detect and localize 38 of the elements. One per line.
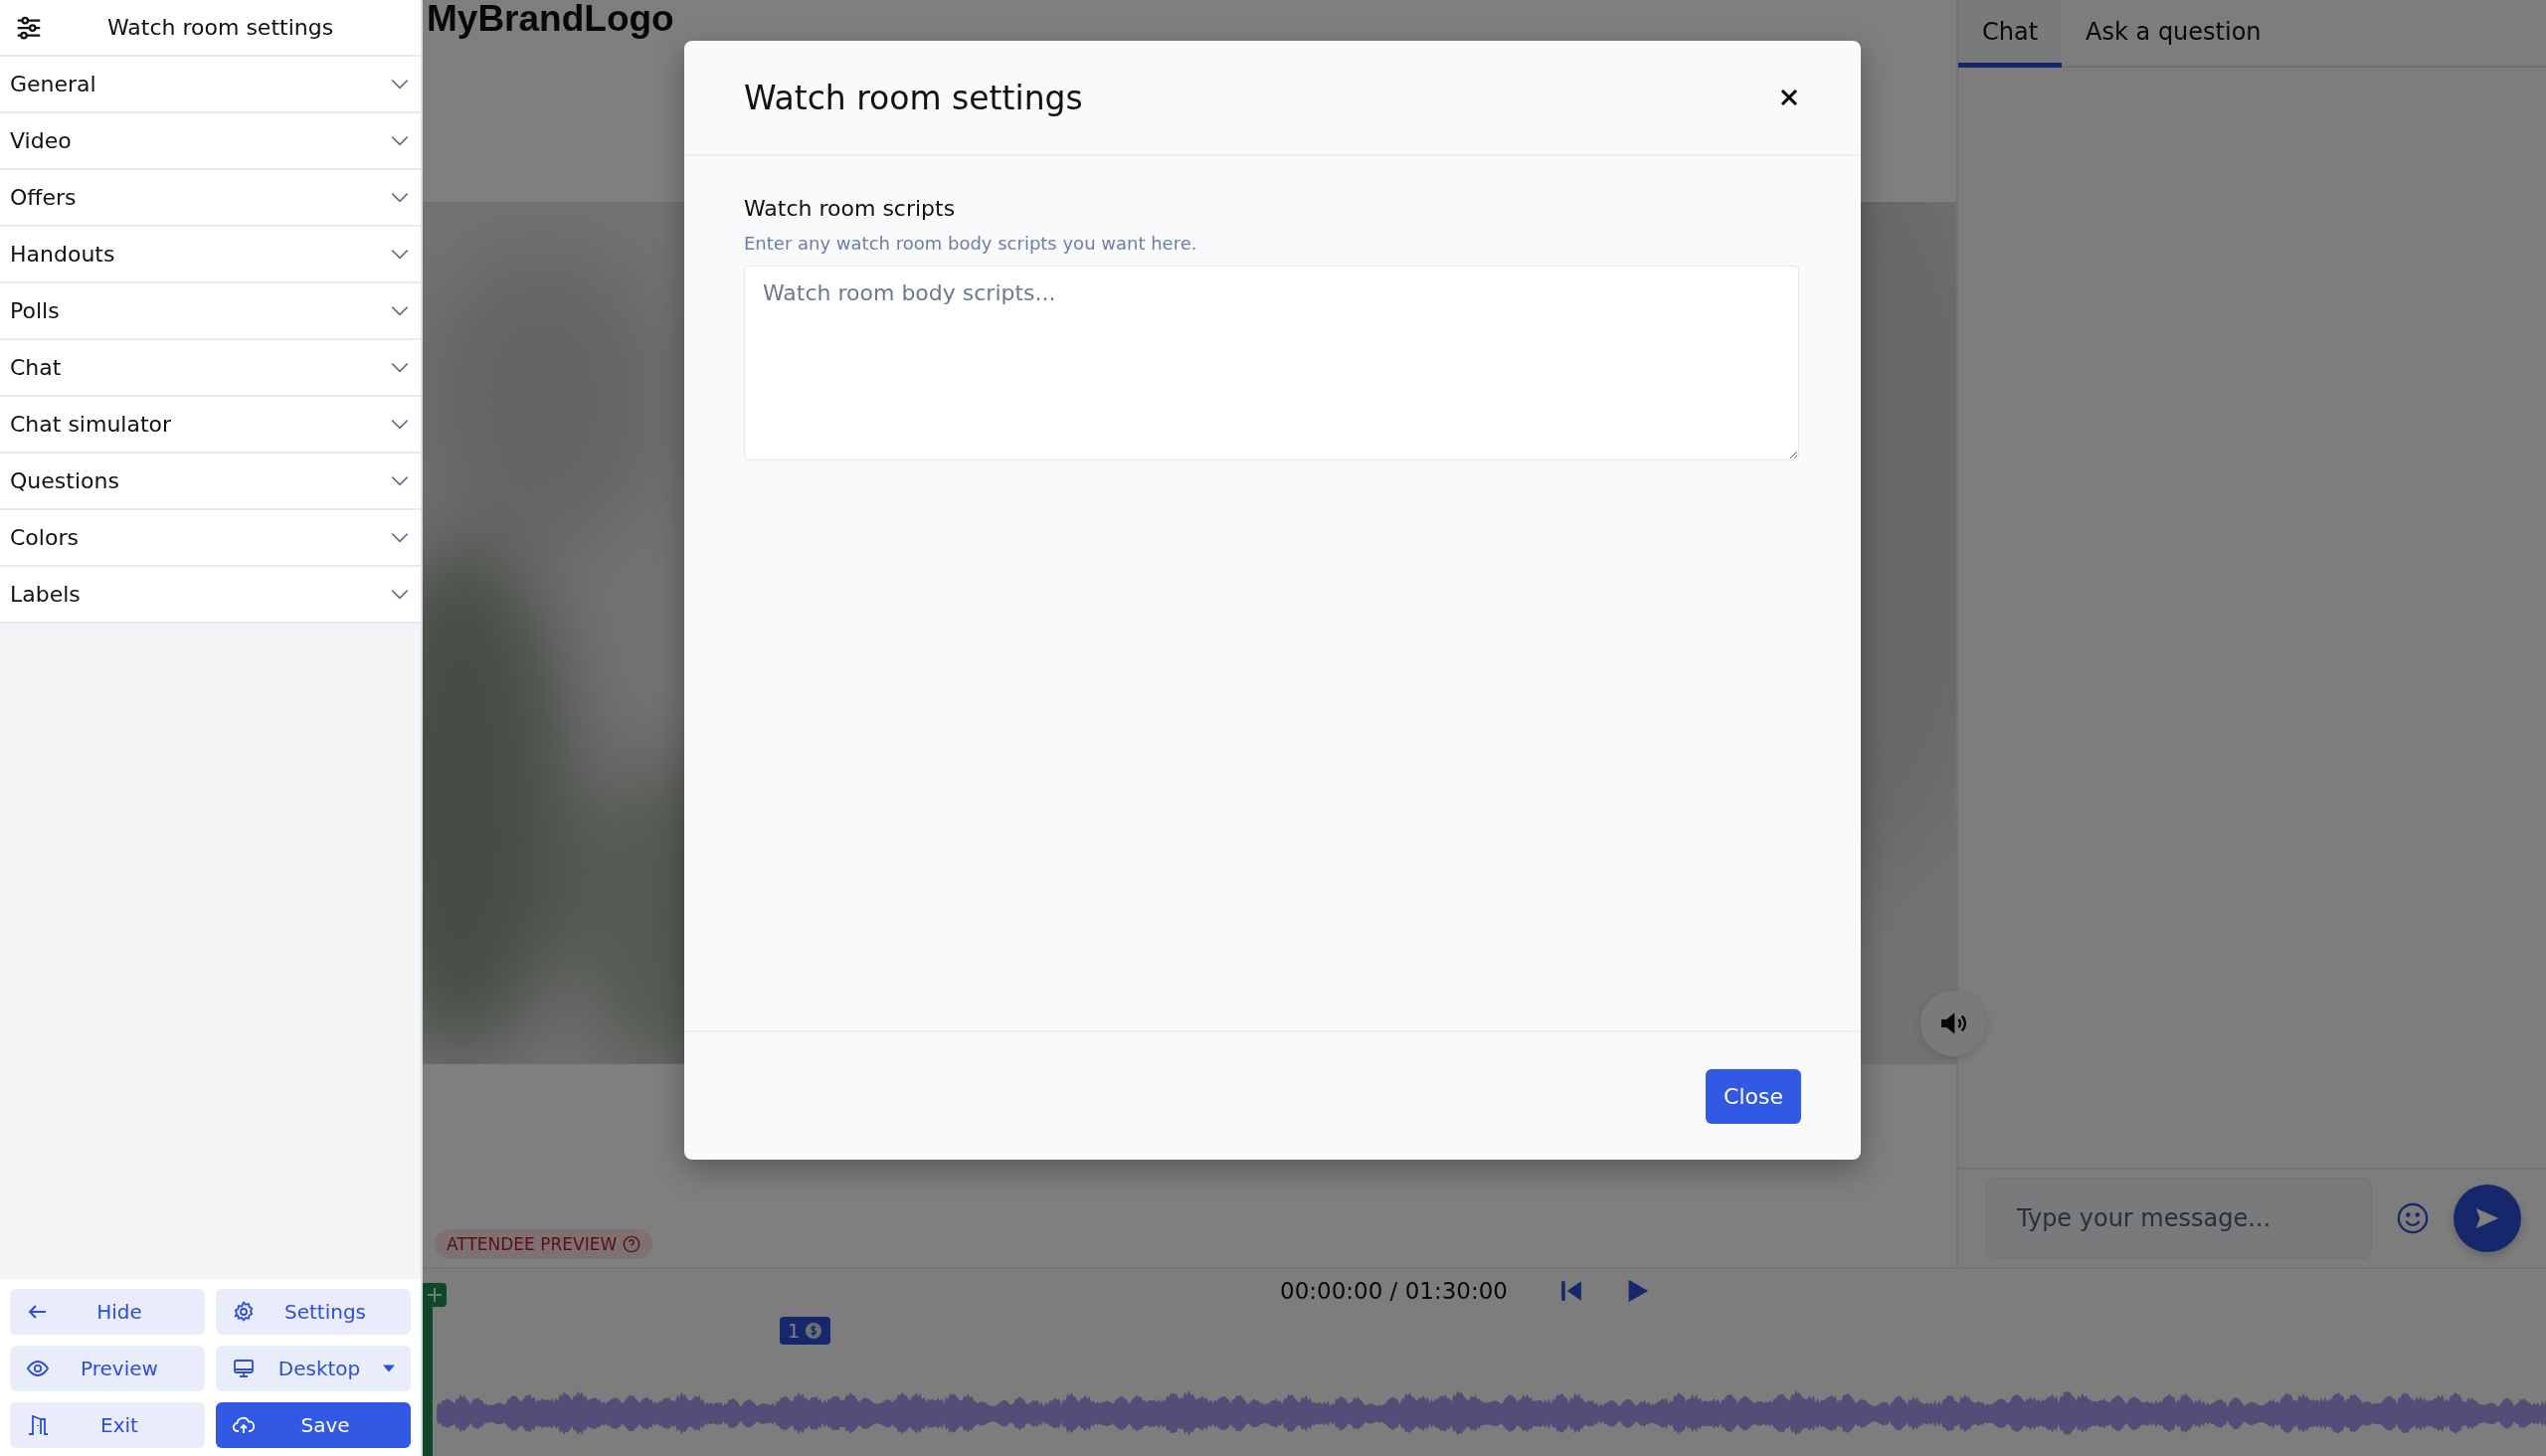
chevron-down-icon bbox=[391, 135, 409, 146]
action-button[interactable]: Preview bbox=[10, 1346, 205, 1391]
action-button[interactable]: Desktop bbox=[216, 1346, 411, 1391]
caret-down-icon bbox=[383, 1365, 395, 1372]
help-icon[interactable] bbox=[623, 1235, 641, 1253]
action-button[interactable]: Hide bbox=[10, 1289, 205, 1335]
close-button[interactable]: Close bbox=[1706, 1068, 1801, 1124]
chevron-down-icon bbox=[391, 419, 409, 430]
playback-time: 00:00:00 / 01:30:00 bbox=[1280, 1278, 1508, 1304]
dollar-icon bbox=[805, 1322, 823, 1340]
chevron-down-icon bbox=[391, 532, 409, 543]
action-button[interactable]: Save bbox=[216, 1402, 411, 1448]
action-button[interactable]: Settings bbox=[216, 1289, 411, 1335]
chevron-down-icon bbox=[391, 249, 409, 260]
message-field[interactable]: Type your message... bbox=[1986, 1178, 2372, 1259]
monitor-icon bbox=[232, 1357, 256, 1380]
action-button[interactable]: Exit bbox=[10, 1402, 205, 1448]
scripts-field[interactable]: Watch room body scripts... bbox=[744, 266, 1799, 460]
chat-tab[interactable]: Chat bbox=[1958, 0, 2063, 68]
attendee-preview-badge: ATTENDEE PREVIEW bbox=[435, 1229, 653, 1259]
chevron-down-icon bbox=[391, 192, 409, 203]
plus-icon[interactable] bbox=[423, 1283, 447, 1307]
field-help: Enter any watch room body scripts you want here. bbox=[744, 233, 1198, 254]
chevron-down-icon bbox=[391, 79, 409, 90]
chevron-down-icon bbox=[391, 305, 409, 316]
door-icon bbox=[26, 1413, 50, 1437]
chat-tab[interactable]: Ask a question bbox=[2062, 0, 2285, 68]
sidebar-title: Watch room settings bbox=[107, 15, 334, 40]
chevron-down-icon bbox=[391, 589, 409, 600]
send-button[interactable] bbox=[2454, 1184, 2521, 1252]
close-icon bbox=[1779, 88, 1799, 107]
chevron-down-icon bbox=[391, 475, 409, 486]
field-label: Watch room scripts bbox=[744, 196, 957, 221]
dialog-title: Watch room settings bbox=[744, 78, 1083, 117]
settings-icon bbox=[232, 1300, 256, 1324]
brand-logo: MyBrandLogo bbox=[427, 0, 674, 38]
smiley-icon[interactable] bbox=[2396, 1201, 2430, 1235]
chevron-down-icon bbox=[391, 362, 409, 373]
